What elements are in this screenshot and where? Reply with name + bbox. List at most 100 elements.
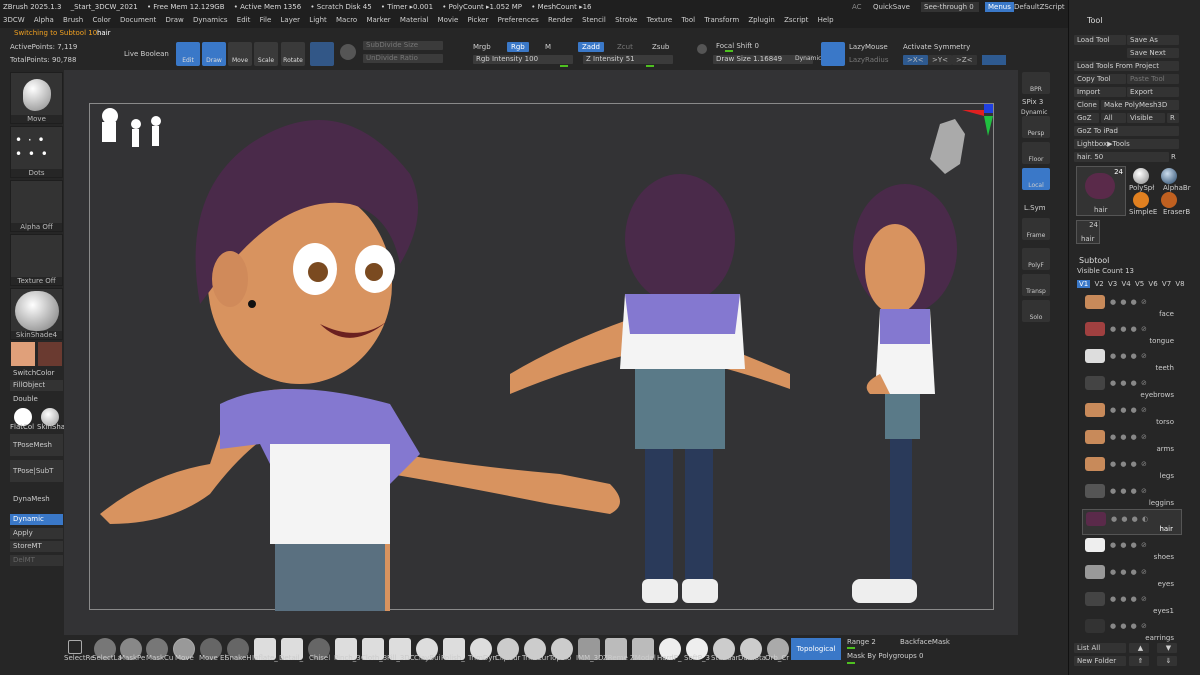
document-canvas[interactable]: [89, 103, 994, 611]
move-up-icon[interactable]: ▲: [1129, 643, 1149, 653]
switch-color-button[interactable]: SwitchColor: [10, 368, 63, 379]
sym-x-button[interactable]: >X<: [903, 55, 928, 65]
activate-symmetry-button[interactable]: Activate Symmetry: [903, 43, 970, 51]
menus-toggle[interactable]: Menus: [985, 2, 1014, 12]
v8-button[interactable]: V8: [1175, 280, 1184, 288]
frame-button[interactable]: Frame: [1022, 218, 1050, 240]
tpose-subt-button[interactable]: TPose|SubT: [10, 460, 63, 482]
range-slider[interactable]: Range 2: [847, 638, 876, 646]
local-button[interactable]: Local: [1022, 168, 1050, 190]
menu-macro[interactable]: Macro: [336, 16, 357, 24]
double-toggle[interactable]: Double: [10, 394, 63, 405]
clone-button[interactable]: Clone: [1074, 100, 1099, 110]
sym-y-button[interactable]: >Y<: [928, 55, 953, 65]
quicksave-button[interactable]: QuickSave: [873, 3, 910, 11]
draw-button[interactable]: Draw: [202, 42, 226, 66]
goz-r-button[interactable]: R: [1167, 113, 1179, 123]
export-button[interactable]: Export: [1127, 87, 1179, 97]
radial-symmetry-button[interactable]: [982, 55, 1006, 65]
subtool-earrings[interactable]: ● ● ● ⊘ earrings: [1082, 617, 1182, 643]
tool-size-slider[interactable]: hair. 50: [1074, 152, 1169, 162]
current-tool-thumb[interactable]: 24 hair: [1076, 166, 1126, 216]
menu-picker[interactable]: Picker: [468, 16, 489, 24]
goz-all-button[interactable]: All: [1101, 113, 1126, 123]
z-intensity-slider[interactable]: Z Intensity 51: [583, 55, 673, 64]
paste-tool-button[interactable]: Paste Tool: [1127, 74, 1179, 84]
sculptris-icon[interactable]: [340, 44, 356, 60]
visible-count-slider[interactable]: Visible Count 13: [1077, 267, 1134, 275]
subtool-hair[interactable]: ● ● ● ◐ hair: [1082, 509, 1182, 535]
brush-selector[interactable]: Move: [10, 72, 63, 124]
dynamesh-button[interactable]: DynaMesh: [10, 494, 63, 505]
live-boolean-button[interactable]: Live Boolean: [124, 50, 169, 58]
lsym-button[interactable]: L.Sym: [1024, 204, 1046, 212]
v1-button[interactable]: V1: [1077, 280, 1091, 288]
subtool-eyes1[interactable]: ● ● ● ⊘ eyes1: [1082, 590, 1182, 616]
copy-tool-button[interactable]: Copy Tool: [1074, 74, 1126, 84]
topological-button[interactable]: Topological: [791, 638, 841, 660]
backface-mask-button[interactable]: BackfaceMask: [900, 638, 950, 646]
tool-slider-r[interactable]: R: [1171, 153, 1176, 161]
hair-small-thumb[interactable]: 24 hair: [1076, 220, 1100, 244]
polyf-button[interactable]: PolyF: [1022, 248, 1050, 270]
edit-button[interactable]: Edit: [176, 42, 200, 66]
apply-button[interactable]: Apply: [10, 528, 63, 539]
bpr-button[interactable]: BPR: [1022, 72, 1050, 94]
sym-z-button[interactable]: >Z<: [952, 55, 977, 65]
subtool-toggles[interactable]: ● ● ● ⊘: [1110, 487, 1148, 495]
goz-visible-button[interactable]: Visible: [1127, 113, 1165, 123]
eraserbrush-icon[interactable]: [1161, 192, 1177, 208]
subtool-tongue[interactable]: ● ● ● ⊘ tongue: [1082, 320, 1182, 346]
subtool-eyebrows[interactable]: ● ● ● ⊘ eyebrows: [1082, 374, 1182, 400]
spotlight-icon[interactable]: [697, 44, 707, 54]
menu-zplugin[interactable]: Zplugin: [748, 16, 774, 24]
menu-tool[interactable]: Tool: [681, 16, 695, 24]
polysphere-icon[interactable]: [1133, 168, 1149, 184]
menu-stroke[interactable]: Stroke: [615, 16, 637, 24]
del-mt-button[interactable]: DelMT: [10, 555, 63, 566]
undivide-ratio-slider[interactable]: UnDivide Ratio: [363, 54, 443, 63]
subtool-teeth[interactable]: ● ● ● ⊘ teeth: [1082, 347, 1182, 373]
subtool-leggins[interactable]: ● ● ● ⊘ leggins: [1082, 482, 1182, 508]
tool-panel-title[interactable]: Tool: [1087, 16, 1103, 25]
rotate-button[interactable]: Rotate: [281, 42, 305, 66]
subtool-toggles[interactable]: ● ● ● ⊘: [1110, 352, 1148, 360]
subtool-toggles[interactable]: ● ● ● ⊘: [1110, 595, 1148, 603]
fill-object-button[interactable]: FillObject: [10, 380, 63, 391]
move-first-icon[interactable]: ⇑: [1129, 656, 1149, 666]
import-button[interactable]: Import: [1074, 87, 1126, 97]
dynamesh-dynamic-toggle[interactable]: Dynamic: [10, 514, 63, 525]
subtool-toggles[interactable]: ● ● ● ⊘: [1110, 406, 1148, 414]
texture-selector[interactable]: Texture Off: [10, 234, 63, 286]
v5-button[interactable]: V5: [1135, 280, 1144, 288]
menu-render[interactable]: Render: [548, 16, 573, 24]
scale-button[interactable]: Scale: [254, 42, 278, 66]
move-last-icon[interactable]: ⇓: [1157, 656, 1177, 666]
persp-button[interactable]: Persp: [1022, 116, 1050, 138]
menu-file[interactable]: File: [260, 16, 272, 24]
save-as-button[interactable]: Save As: [1127, 35, 1179, 45]
subtool-toggles[interactable]: ● ● ● ⊘: [1110, 622, 1148, 630]
lazymouse-button[interactable]: LazyMouse: [849, 43, 888, 51]
subtool-toggles[interactable]: ● ● ● ⊘: [1110, 379, 1148, 387]
alpha-selector[interactable]: Alpha Off: [10, 180, 63, 232]
menu-preferences[interactable]: Preferences: [498, 16, 539, 24]
lazyradius-slider[interactable]: LazyRadius: [849, 56, 888, 64]
menu-help[interactable]: Help: [818, 16, 834, 24]
load-project-button[interactable]: Load Tools From Project: [1074, 61, 1179, 71]
ac-label[interactable]: AC: [852, 3, 862, 11]
menu-zscript[interactable]: Zscript: [784, 16, 808, 24]
subdivide-size-slider[interactable]: SubDivide Size: [363, 41, 443, 50]
goz-ipad-button[interactable]: GoZ To iPad: [1074, 126, 1179, 136]
menu-dynamics[interactable]: Dynamics: [193, 16, 228, 24]
default-zscript[interactable]: DefaultZScript: [1014, 3, 1065, 11]
menu-layer[interactable]: Layer: [281, 16, 301, 24]
menu-texture[interactable]: Texture: [647, 16, 673, 24]
menu-marker[interactable]: Marker: [366, 16, 390, 24]
v2-button[interactable]: V2: [1094, 280, 1103, 288]
m-button[interactable]: M: [545, 43, 551, 51]
menu-material[interactable]: Material: [400, 16, 428, 24]
subtool-face[interactable]: ● ● ● ⊘ face: [1082, 293, 1182, 319]
lightbox-tools-button[interactable]: Lightbox▶Tools: [1074, 139, 1179, 149]
subtool-toggles[interactable]: ● ● ● ⊘: [1110, 433, 1148, 441]
